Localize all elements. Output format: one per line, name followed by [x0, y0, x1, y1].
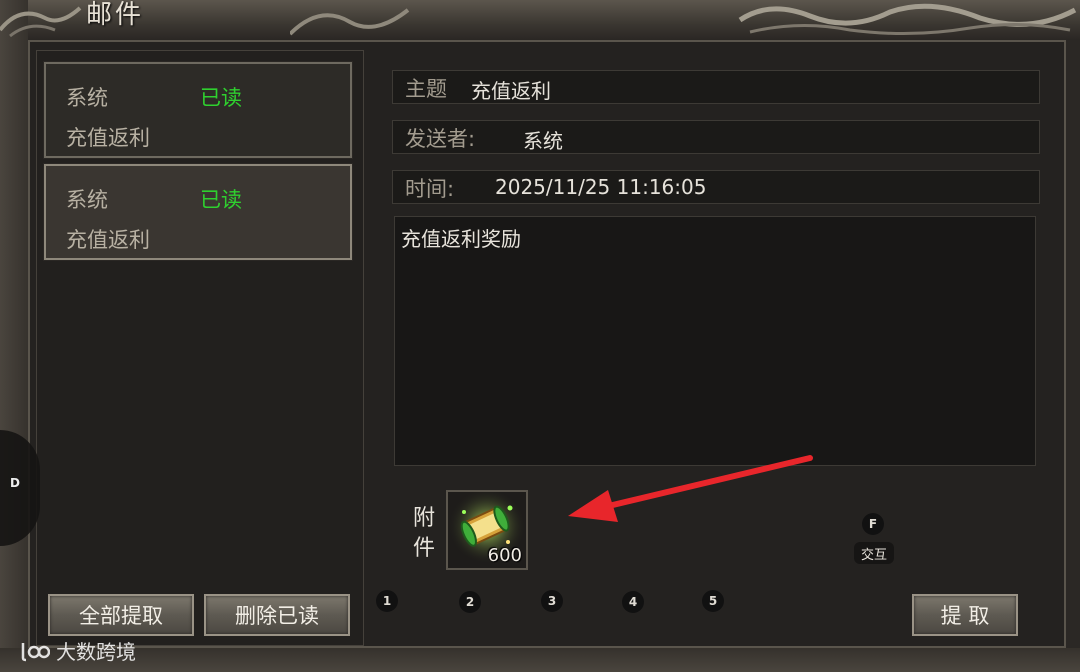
mail-subject: 充值返利: [66, 228, 150, 252]
attachment-count: 600: [487, 545, 522, 566]
interact-hotkey[interactable]: F: [862, 513, 884, 535]
mail-sender: 系统: [66, 188, 108, 212]
dragon-ornament-right: [738, 3, 1077, 36]
mail-subject: 充值返利: [66, 126, 150, 150]
sender-field: 发送者: 系统: [392, 120, 1040, 154]
subject-value: 充值返利: [471, 79, 551, 103]
mail-sender: 系统: [66, 86, 108, 110]
mail-body: 充值返利奖励: [394, 216, 1036, 466]
side-tab-key: D: [10, 476, 20, 490]
hotkey-slot-5[interactable]: 5: [702, 590, 724, 612]
mail-list-item-selected[interactable]: 系统 已读 充值返利: [43, 163, 353, 261]
subject-label: 主题: [405, 77, 447, 101]
interact-label[interactable]: 交互: [854, 542, 894, 564]
hotkey-slot-1[interactable]: 1: [376, 590, 398, 612]
hotkey-slot-2[interactable]: 2: [459, 591, 481, 613]
claim-all-button[interactable]: 全部提取: [48, 594, 194, 636]
watermark-text: 大数跨境: [56, 640, 136, 664]
mail-list-item[interactable]: 系统 已读 充值返利: [43, 61, 353, 159]
time-value: 2025/11/25 11:16:05: [495, 175, 707, 199]
red-arrow-annotation: [568, 455, 813, 522]
delete-read-button[interactable]: 删除已读: [204, 594, 350, 636]
window-title: 邮件: [86, 0, 145, 30]
sender-value: 系统: [523, 129, 563, 153]
window-bottom-frame: [0, 648, 1080, 672]
dragon-ornament-center: [290, 8, 410, 36]
mail-read-status: 已读: [200, 86, 242, 110]
subject-field: 主题 充值返利: [392, 70, 1040, 104]
time-label: 时间:: [405, 177, 455, 201]
sender-label: 发送者:: [405, 127, 476, 151]
mail-body-text: 充值返利奖励: [401, 227, 521, 251]
dragon-ornament-left: [0, 6, 82, 38]
hotkey-slot-3[interactable]: 3: [541, 590, 563, 612]
watermark: 大数跨境: [20, 636, 136, 665]
attachment-label: 附件: [412, 506, 435, 561]
time-field: 时间: 2025/11/25 11:16:05: [392, 170, 1040, 204]
mail-read-status: 已读: [200, 188, 242, 212]
hotkey-slot-4[interactable]: 4: [622, 591, 644, 613]
brand-logo-icon: [21, 642, 50, 661]
claim-button[interactable]: 提 取: [912, 594, 1018, 636]
window-left-frame: [0, 0, 28, 672]
attachment-slot[interactable]: 600: [446, 490, 528, 570]
